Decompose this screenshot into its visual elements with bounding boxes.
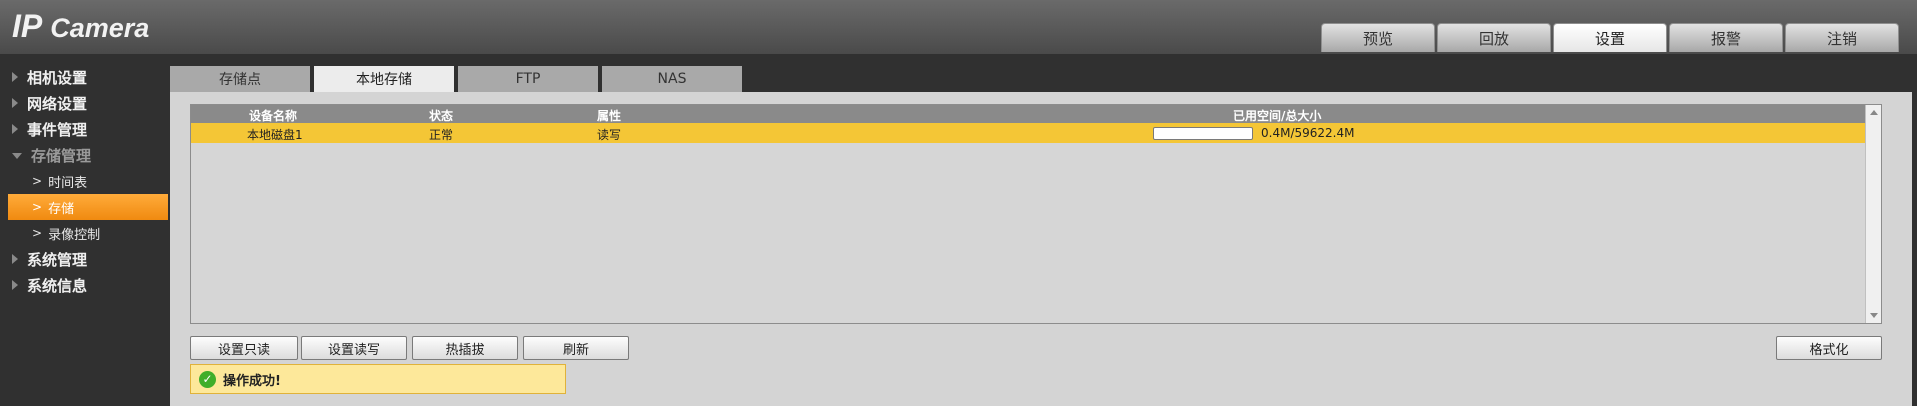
header: IP Camera 预览 回放 设置 报警 注销 <box>0 0 1917 54</box>
set-readwrite-button[interactable]: 设置读写 <box>301 336 407 360</box>
expand-arrow-icon <box>12 98 18 108</box>
sidebar-item-label: 网络设置 <box>27 94 88 113</box>
sidebar-subitem-label: 时间表 <box>48 175 88 191</box>
subtab-nas[interactable]: NAS <box>602 66 742 92</box>
status-message: ✓ 操作成功! <box>190 364 566 394</box>
tab-alarm[interactable]: 报警 <box>1669 23 1783 52</box>
sidebar-subitem-record-control[interactable]: > 录像控制 <box>8 220 168 246</box>
storage-table: 设备名称 状态 属性 已用空间/总大小 本地磁盘1 正常 读写 0.4M/596… <box>190 104 1882 324</box>
subtab-local-storage[interactable]: 本地存储 <box>314 66 454 92</box>
subtab-storage-point[interactable]: 存储点 <box>170 66 310 92</box>
collapse-arrow-icon <box>12 153 22 159</box>
cell-usage: 0.4M/59622.4M <box>1261 126 1355 140</box>
sidebar-item-label: 相机设置 <box>27 68 88 87</box>
table-row[interactable]: 本地磁盘1 正常 读写 0.4M/59622.4M <box>191 123 1865 143</box>
cell-attribute: 读写 <box>597 128 622 142</box>
subtab-ftp[interactable]: FTP <box>458 66 598 92</box>
sidebar-item-network-settings[interactable]: 网络设置 <box>0 90 170 116</box>
expand-arrow-icon <box>12 72 18 82</box>
chevron-right-icon: > <box>32 174 43 188</box>
sidebar-subitem-schedule[interactable]: > 时间表 <box>8 168 168 194</box>
column-header-device-name: 设备名称 <box>249 109 298 123</box>
hotplug-button[interactable]: 热插拔 <box>412 336 518 360</box>
cell-device-name: 本地磁盘1 <box>247 128 303 142</box>
sidebar-item-label: 系统管理 <box>27 250 88 269</box>
chevron-right-icon: > <box>32 200 43 214</box>
sidebar-item-event-management[interactable]: 事件管理 <box>0 116 170 142</box>
sidebar-item-system-management[interactable]: 系统管理 <box>0 246 170 272</box>
scroll-up-icon[interactable] <box>1870 110 1878 115</box>
sidebar-item-camera-settings[interactable]: 相机设置 <box>0 64 170 90</box>
column-header-status: 状态 <box>429 109 454 123</box>
scroll-down-icon[interactable] <box>1870 313 1878 318</box>
expand-arrow-icon <box>12 280 18 290</box>
tab-settings[interactable]: 设置 <box>1553 23 1667 52</box>
status-text: 操作成功! <box>223 373 281 389</box>
logo-ip: IP <box>12 8 43 44</box>
check-circle-icon: ✓ <box>199 370 216 388</box>
logo-camera: Camera <box>50 13 150 43</box>
tab-logout[interactable]: 注销 <box>1785 23 1899 52</box>
sidebar-subitem-label: 存储 <box>48 201 75 217</box>
sidebar-item-storage-management[interactable]: 存储管理 <box>0 142 170 168</box>
cell-status: 正常 <box>429 128 454 142</box>
table-scrollbar[interactable] <box>1865 105 1881 323</box>
sidebar-subitem-label: 录像控制 <box>48 227 101 243</box>
set-readonly-button[interactable]: 设置只读 <box>190 336 298 360</box>
sidebar-item-system-info[interactable]: 系统信息 <box>0 272 170 298</box>
sidebar-item-label: 存储管理 <box>31 146 92 165</box>
sidebar-subitem-storage[interactable]: > 存储 <box>8 194 168 220</box>
expand-arrow-icon <box>12 254 18 264</box>
format-button[interactable]: 格式化 <box>1776 336 1882 360</box>
table-header: 设备名称 状态 属性 已用空间/总大小 <box>191 105 1865 123</box>
expand-arrow-icon <box>12 124 18 134</box>
sidebar: 相机设置 网络设置 事件管理 存储管理 > 时间表 > 存储 > 录像控制 系统… <box>0 64 170 298</box>
usage-progress-bar <box>1153 127 1253 140</box>
column-header-attribute: 属性 <box>597 109 622 123</box>
tab-preview[interactable]: 预览 <box>1321 23 1435 52</box>
storage-subtabs: 存储点 本地存储 FTP NAS <box>170 66 742 92</box>
sidebar-item-label: 事件管理 <box>27 120 88 139</box>
top-nav: 预览 回放 设置 报警 注销 <box>1321 23 1899 52</box>
logo: IP Camera <box>12 8 149 45</box>
sidebar-item-label: 系统信息 <box>27 276 88 295</box>
chevron-right-icon: > <box>32 226 43 240</box>
tab-playback[interactable]: 回放 <box>1437 23 1551 52</box>
column-header-usage: 已用空间/总大小 <box>1233 109 1322 123</box>
refresh-button[interactable]: 刷新 <box>523 336 629 360</box>
